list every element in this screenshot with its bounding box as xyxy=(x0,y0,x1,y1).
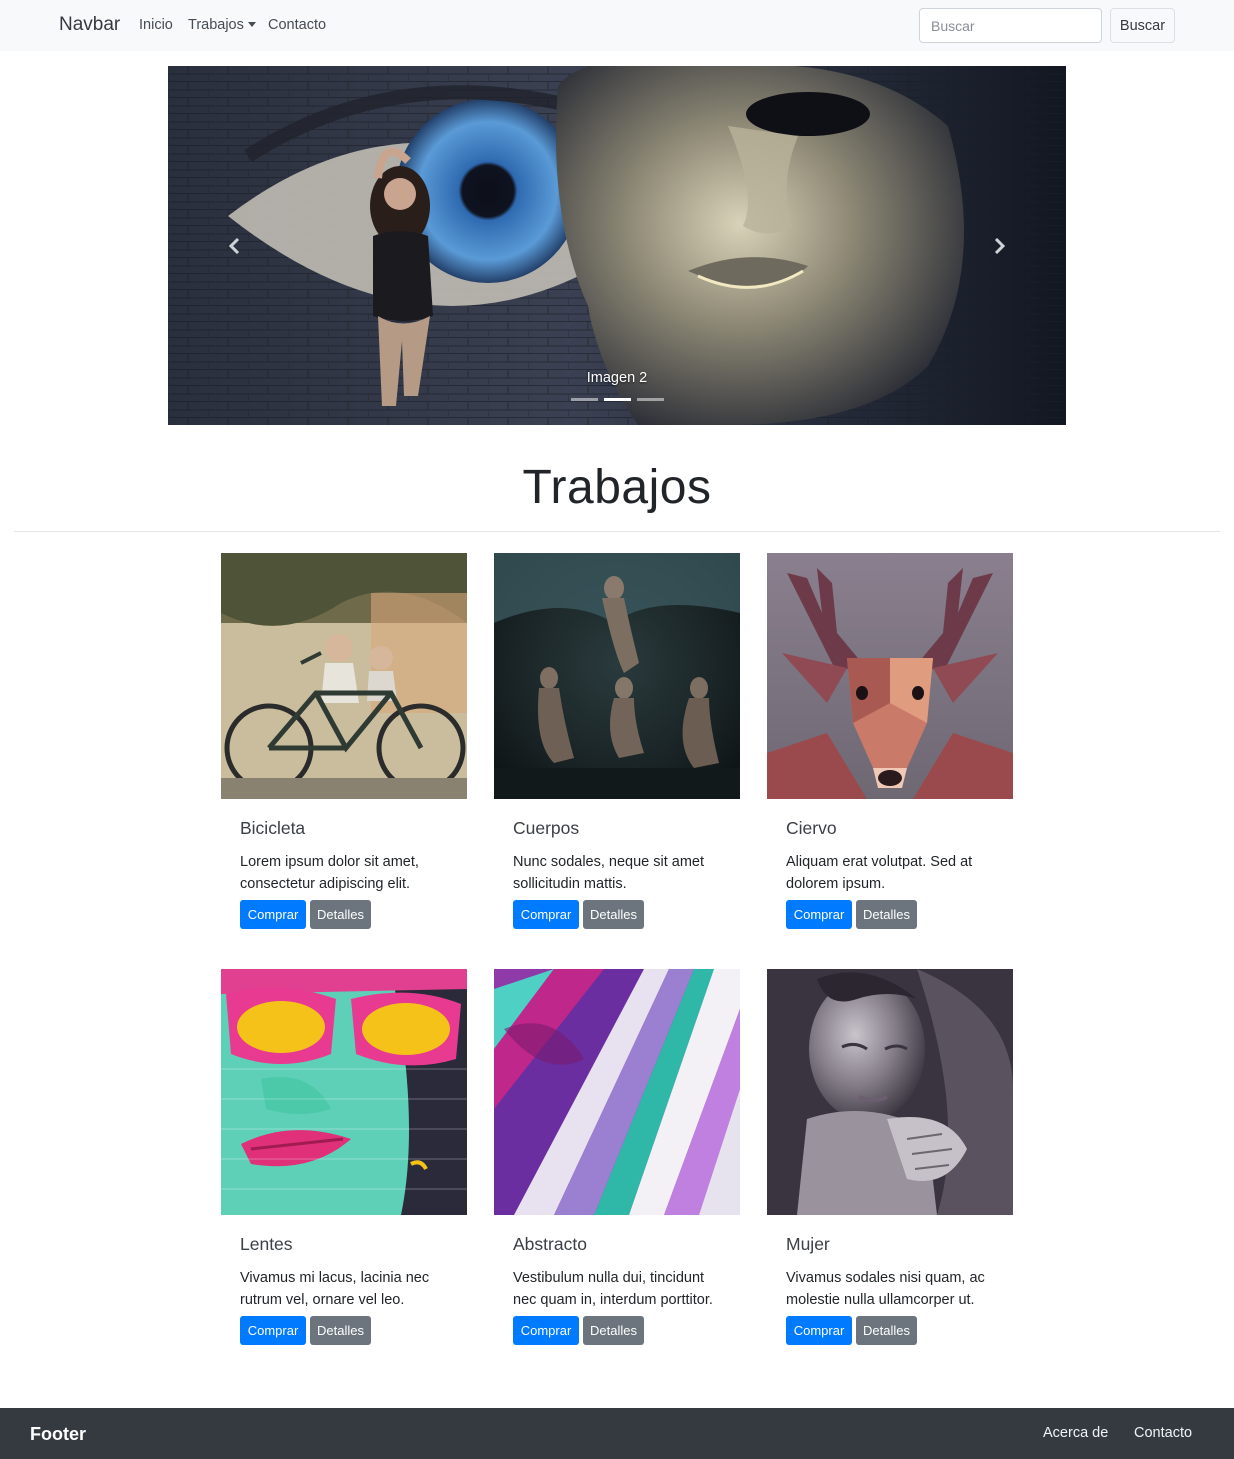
card-image-abstracto xyxy=(494,969,740,1215)
card-title: Lentes xyxy=(240,1234,293,1254)
details-button[interactable]: Detalles xyxy=(583,900,644,929)
card-image-ciervo xyxy=(767,553,1013,799)
search-input[interactable] xyxy=(919,8,1102,43)
details-button[interactable]: Detalles xyxy=(583,1316,644,1345)
carousel-indicators xyxy=(571,398,664,402)
footer-link-acerca[interactable]: Acerca de xyxy=(1043,1425,1108,1441)
card-text: Vivamus mi lacus, lacinia nec rutrum vel… xyxy=(240,1270,430,1308)
card-title: Mujer xyxy=(786,1234,830,1254)
buy-button[interactable]: Comprar xyxy=(513,900,579,929)
card-image-bicicleta xyxy=(221,553,467,799)
nav-dropdown-trabajos[interactable]: Trabajos xyxy=(188,17,256,33)
navbar: Navbar Inicio Trabajos Contacto Buscar xyxy=(0,0,1234,51)
footer-brand: Footer xyxy=(30,1424,86,1444)
caret-down-icon xyxy=(247,22,256,27)
details-button[interactable]: Detalles xyxy=(310,900,371,929)
carousel-next-control[interactable] xyxy=(979,226,1019,266)
card-title: Bicicleta xyxy=(240,818,306,838)
card-image-mujer xyxy=(767,969,1013,1215)
carousel-caption: Imagen 2 xyxy=(586,370,648,386)
section-title: Trabajos xyxy=(522,461,712,514)
section-divider xyxy=(14,531,1220,532)
footer: Footer Acerca de Contacto xyxy=(0,1408,1234,1459)
card-image-cuerpos xyxy=(494,553,740,799)
details-button[interactable]: Detalles xyxy=(856,1316,917,1345)
card-text: Lorem ipsum dolor sit amet, consectetur … xyxy=(240,854,419,892)
card-text: Vestibulum nulla dui, tincidunt nec quam… xyxy=(513,1270,713,1308)
search-button[interactable]: Buscar xyxy=(1110,8,1175,43)
card-text: Nunc sodales, neque sit amet sollicitudi… xyxy=(513,854,705,892)
buy-button[interactable]: Comprar xyxy=(786,1316,852,1345)
card-title: Abstracto xyxy=(513,1234,587,1254)
card-title: Ciervo xyxy=(786,818,837,838)
nav-link-inicio[interactable]: Inicio xyxy=(139,17,173,33)
chevron-left-icon xyxy=(228,238,240,254)
card-title: Cuerpos xyxy=(513,818,580,838)
details-button[interactable]: Detalles xyxy=(856,900,917,929)
card-text: Aliquam erat volutpat. Sed at dolorem ip… xyxy=(786,854,973,892)
card-text: Vivamus sodales nisi quam, ac molestie n… xyxy=(786,1270,985,1308)
carousel-indicator-2[interactable] xyxy=(604,398,631,401)
footer-link-contacto[interactable]: Contacto xyxy=(1134,1425,1192,1441)
nav-link-contacto[interactable]: Contacto xyxy=(268,17,326,33)
carousel-prev-control[interactable] xyxy=(215,226,255,266)
chevron-right-icon xyxy=(994,238,1006,254)
carousel-indicator-1[interactable] xyxy=(571,398,598,401)
carousel: Imagen 2 xyxy=(168,66,1066,425)
details-button[interactable]: Detalles xyxy=(310,1316,371,1345)
buy-button[interactable]: Comprar xyxy=(786,900,852,929)
buy-button[interactable]: Comprar xyxy=(240,900,306,929)
carousel-indicator-3[interactable] xyxy=(637,398,664,401)
buy-button[interactable]: Comprar xyxy=(513,1316,579,1345)
card-image-lentes xyxy=(221,969,467,1215)
buy-button[interactable]: Comprar xyxy=(240,1316,306,1345)
navbar-brand[interactable]: Navbar xyxy=(59,14,120,36)
nav-dropdown-label: Trabajos xyxy=(188,17,244,33)
